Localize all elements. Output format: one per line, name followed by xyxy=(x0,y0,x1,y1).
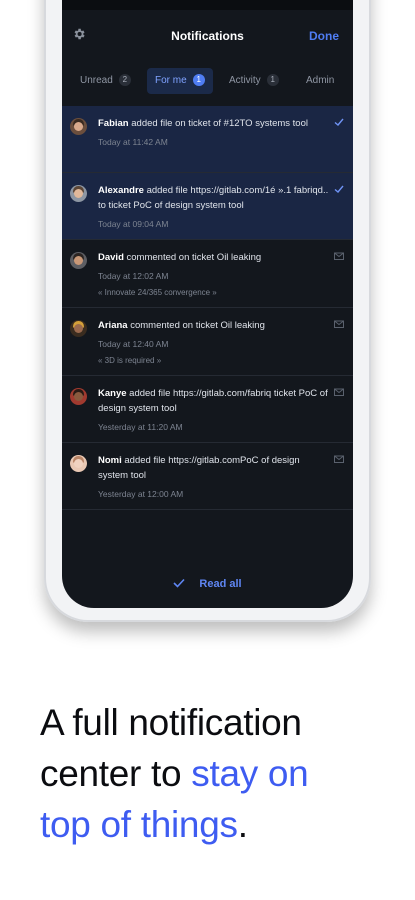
comment-excerpt: « 3D is required » xyxy=(98,356,162,365)
notification-text: Alexandre added file https://gitlab.com/… xyxy=(98,183,331,230)
envelope-icon[interactable] xyxy=(333,386,345,398)
list-item[interactable]: David commented on ticket Oil leaking To… xyxy=(62,240,353,308)
read-all-label: Read all xyxy=(199,578,242,590)
list-item[interactable]: Alexandre added file https://gitlab.com/… xyxy=(62,173,353,240)
list-item[interactable]: Nomi added file https://gitlab.comPoC of… xyxy=(62,443,353,510)
avatar xyxy=(70,185,87,202)
marketing-headline: A full notification center to stay on to… xyxy=(40,697,390,850)
timestamp: Today at 11:42 AM xyxy=(98,137,168,147)
tab-admin[interactable]: Admin xyxy=(306,68,334,94)
timestamp: Yesterday at 12:00 AM xyxy=(98,489,184,499)
done-button[interactable]: Done xyxy=(309,29,339,43)
timestamp: Today at 12:02 AM xyxy=(98,271,169,281)
notification-text: Kanye added file https://gitlab.com/fabr… xyxy=(98,386,331,433)
tab-count-badge: 1 xyxy=(192,74,205,86)
tab-label: Unread xyxy=(80,75,113,86)
comment-excerpt: « Innovate 24/365 convergence » xyxy=(98,288,217,297)
avatar xyxy=(70,388,87,405)
timestamp: Today at 12:40 AM xyxy=(98,339,169,349)
filter-tabs: Unread 2 For me 1 Activity 1 Admin xyxy=(62,68,353,96)
phone-screen: Notifications Done Unread 2 For me 1 Activ… xyxy=(62,0,353,608)
read-all-button[interactable]: Read all xyxy=(62,578,353,590)
check-icon[interactable] xyxy=(333,116,345,128)
avatar xyxy=(70,320,87,337)
notification-text: Fabian added file on ticket of #12TO sys… xyxy=(98,116,331,148)
avatar xyxy=(70,252,87,269)
check-icon xyxy=(173,578,185,588)
avatar xyxy=(70,455,87,472)
tab-for-me[interactable]: For me 1 xyxy=(147,68,213,94)
envelope-icon[interactable] xyxy=(333,453,345,465)
headline-line: top of things. xyxy=(40,804,248,845)
tab-count-badge: 2 xyxy=(118,74,131,86)
tab-unread[interactable]: Unread 2 xyxy=(80,68,131,94)
headline-accent: stay on xyxy=(191,753,309,794)
headline-line: A full notification xyxy=(40,702,302,743)
envelope-icon[interactable] xyxy=(333,250,345,262)
list-item[interactable]: Ariana commented on ticket Oil leaking T… xyxy=(62,308,353,376)
timestamp: Yesterday at 11:20 AM xyxy=(98,422,183,432)
avatar xyxy=(70,118,87,135)
notification-text: Ariana commented on ticket Oil leaking T… xyxy=(98,318,331,366)
notification-list: Fabian added file on ticket of #12TO sys… xyxy=(62,106,353,510)
notifications-header: Notifications Done xyxy=(62,10,353,54)
status-bar xyxy=(62,0,353,10)
headline-accent: top of things xyxy=(40,804,238,845)
tab-activity[interactable]: Activity 1 xyxy=(229,68,279,94)
tab-label: For me xyxy=(155,75,187,86)
notification-text: David commented on ticket Oil leaking To… xyxy=(98,250,331,298)
headline-line: center to stay on xyxy=(40,753,309,794)
tab-label: Admin xyxy=(306,75,335,86)
tab-label: Activity xyxy=(229,75,261,86)
check-icon[interactable] xyxy=(333,183,345,195)
timestamp: Today at 09:04 AM xyxy=(98,219,169,229)
notification-text: Nomi added file https://gitlab.comPoC of… xyxy=(98,453,331,500)
list-item[interactable]: Kanye added file https://gitlab.com/fabr… xyxy=(62,376,353,443)
notifications-footer: Read all xyxy=(62,566,353,608)
envelope-icon[interactable] xyxy=(333,318,345,330)
tab-count-badge: 1 xyxy=(266,74,279,86)
list-item[interactable]: Fabian added file on ticket of #12TO sys… xyxy=(62,106,353,173)
